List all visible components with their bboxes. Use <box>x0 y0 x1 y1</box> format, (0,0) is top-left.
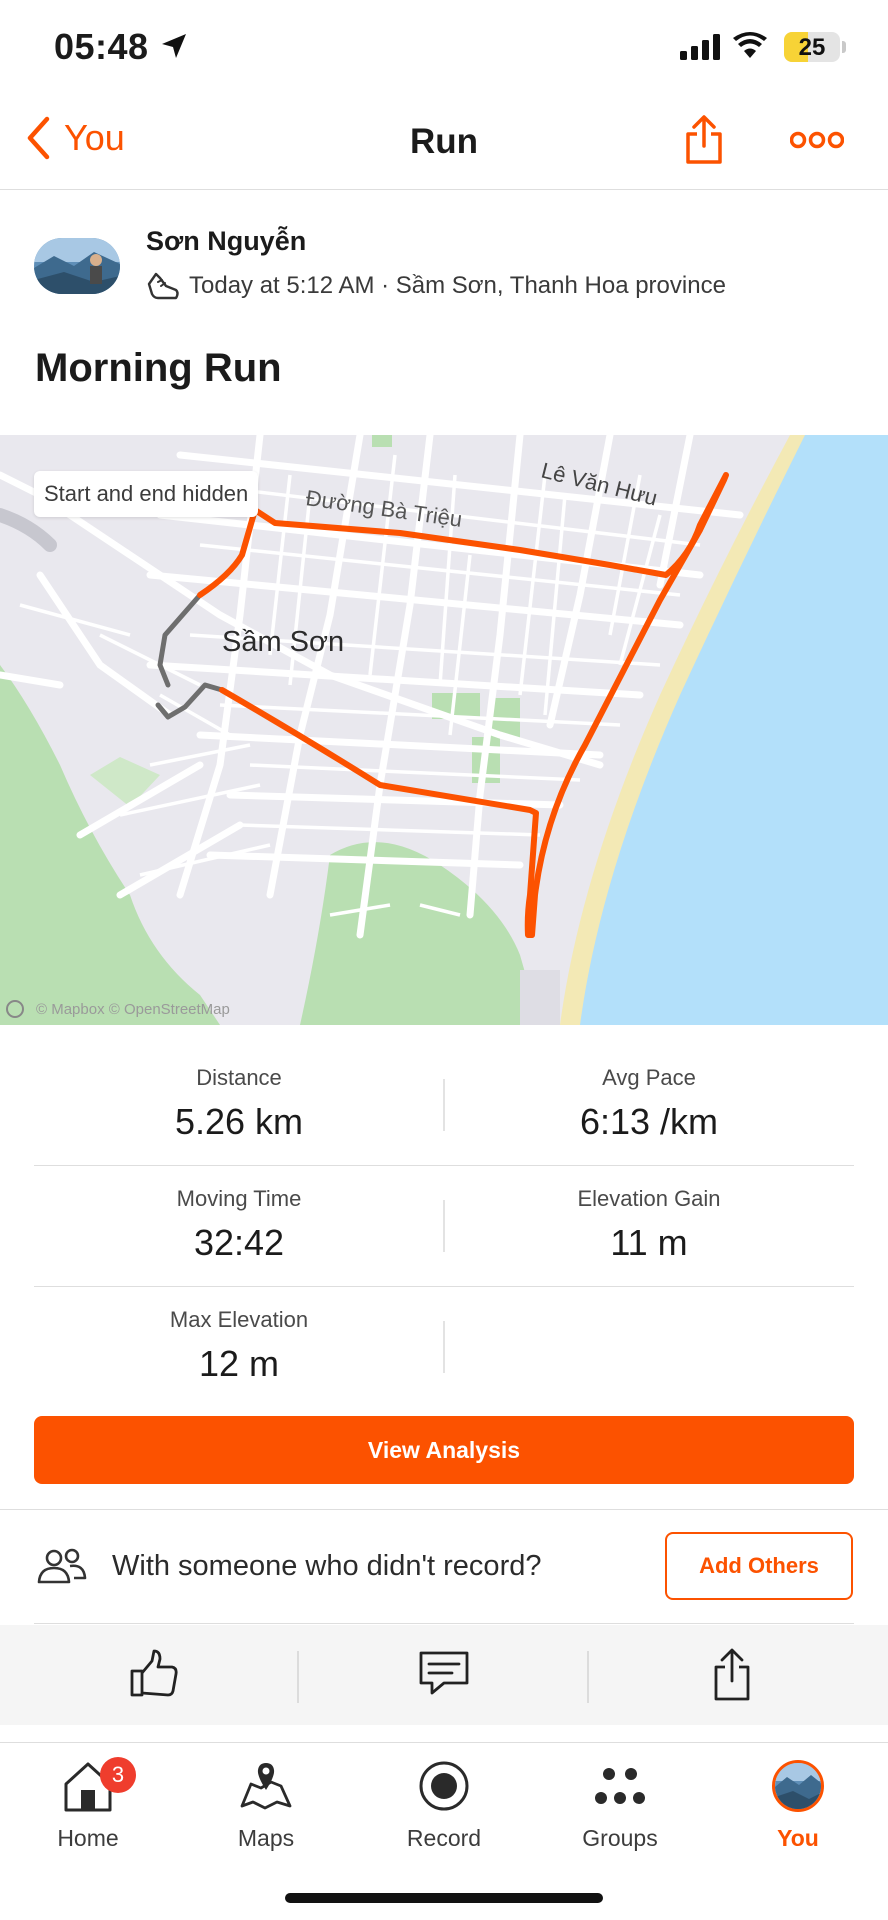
stat-value: 11 m <box>610 1222 688 1263</box>
thumbs-up-icon[interactable] <box>128 1647 180 1699</box>
people-icon <box>37 1548 87 1584</box>
stat-max-elevation: Max Elevation 12 m <box>34 1307 444 1385</box>
map-attribution[interactable]: © Mapbox © OpenStreetMap <box>6 1000 230 1018</box>
activity-meta: Today at 5:12 AM · Sầm Sơn, Thanh Hoa pr… <box>189 272 726 299</box>
maps-icon <box>240 1763 292 1810</box>
tab-home[interactable]: 3 Home <box>18 1753 158 1852</box>
activity-title: Morning Run <box>35 346 282 390</box>
stat-value: 32:42 <box>193 1222 285 1263</box>
stat-value: 12 m <box>198 1343 280 1384</box>
attribution-text: © Mapbox © OpenStreetMap <box>36 1000 230 1018</box>
stat-value: 6:13 /km <box>579 1101 719 1142</box>
stats-grid: Distance 5.26 km Avg Pace 6:13 /km Movin… <box>34 1045 854 1408</box>
page-title: Run <box>409 122 479 161</box>
stat-distance: Distance 5.26 km <box>34 1065 444 1143</box>
privacy-chip: Start and end hidden <box>34 471 259 517</box>
action-bar <box>0 1625 888 1725</box>
stat-label: Moving Time <box>176 1186 302 1211</box>
add-others-button[interactable]: Add Others <box>665 1532 853 1600</box>
status-bar: 05:48 25 <box>0 0 888 96</box>
with-others-text: With someone who didn't record? <box>112 1550 542 1582</box>
stat-row: Moving Time 32:42 Elevation Gain 11 m <box>34 1166 854 1287</box>
mapbox-logo-icon <box>6 1000 24 1018</box>
stat-value: 5.26 km <box>174 1101 304 1142</box>
route-map[interactable]: Lê Văn Hưu Đường Bà Triệu Sầm Sơn Start … <box>0 435 888 1025</box>
tab-label: Home <box>57 1825 119 1851</box>
city-label: Sầm Sơn <box>222 626 344 658</box>
home-indicator <box>285 1893 603 1903</box>
tab-label: Record <box>406 1825 482 1851</box>
tab-maps[interactable]: Maps <box>196 1753 336 1852</box>
share-icon[interactable] <box>712 1647 752 1703</box>
stat-row: Distance 5.26 km Avg Pace 6:13 /km <box>34 1045 854 1166</box>
avatar[interactable] <box>34 238 120 294</box>
record-icon <box>419 1761 469 1811</box>
map-canvas: Lê Văn Hưu Đường Bà Triệu Sầm Sơn <box>0 435 888 1025</box>
divider <box>0 1509 888 1510</box>
stat-label: Distance <box>196 1065 282 1090</box>
battery-indicator: 25 <box>784 32 840 62</box>
athlete-header: Sơn Nguyễn Today at 5:12 AM · Sầm Sơn, T… <box>0 220 888 300</box>
tab-record[interactable]: Record <box>374 1753 514 1852</box>
view-analysis-button[interactable]: View Analysis <box>34 1416 854 1484</box>
divider <box>34 1623 854 1624</box>
avatar-icon <box>772 1760 824 1812</box>
cellular-signal-icon <box>680 34 720 60</box>
tab-label: Groups <box>582 1825 658 1851</box>
location-arrow-icon <box>162 34 186 58</box>
with-others-row: With someone who didn't record? Add Othe… <box>0 1512 888 1622</box>
shoe-icon <box>147 272 179 300</box>
wifi-icon <box>733 32 767 58</box>
nav-bar: You Run <box>0 100 888 190</box>
stat-label: Max Elevation <box>169 1307 309 1332</box>
tab-label: You <box>777 1825 819 1851</box>
comment-icon[interactable] <box>418 1647 470 1699</box>
notification-badge: 3 <box>100 1757 136 1793</box>
stat-moving-time: Moving Time 32:42 <box>34 1186 444 1264</box>
stat-avg-pace: Avg Pace 6:13 /km <box>444 1065 854 1143</box>
stat-row: Max Elevation 12 m <box>34 1287 854 1408</box>
share-icon[interactable] <box>684 114 724 166</box>
stat-elevation-gain: Elevation Gain 11 m <box>444 1186 854 1264</box>
stat-label: Elevation Gain <box>577 1186 721 1211</box>
tab-groups[interactable]: Groups <box>550 1753 690 1852</box>
tab-you[interactable]: You <box>728 1753 868 1852</box>
tab-label: Maps <box>237 1825 295 1851</box>
more-options-icon[interactable] <box>790 130 844 150</box>
groups-icon <box>595 1768 645 1804</box>
stat-label: Avg Pace <box>602 1065 696 1090</box>
athlete-name[interactable]: Sơn Nguyễn <box>146 226 306 257</box>
battery-level: 25 <box>798 34 826 61</box>
status-time: 05:48 <box>54 26 149 67</box>
